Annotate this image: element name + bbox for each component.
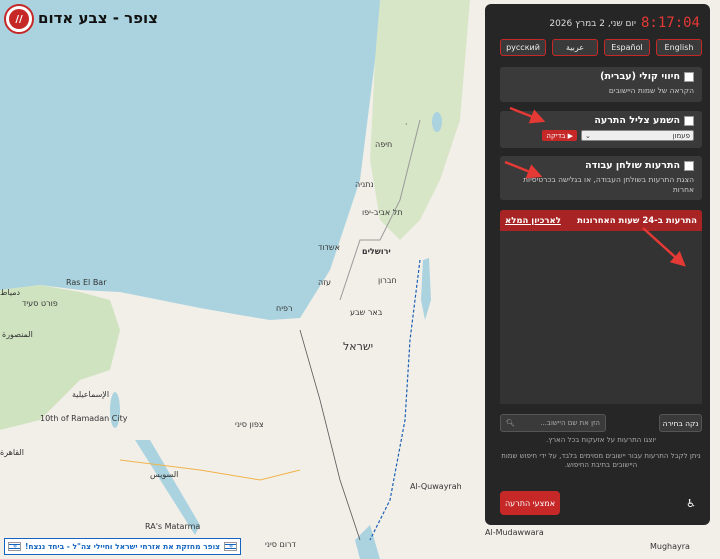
arrow-alerts xyxy=(642,227,686,267)
israel-flag-icon: ✡ xyxy=(224,542,237,551)
support-banner: ✡ צופר מחזקת את אזרחי ישראל וחיילי צה"ל … xyxy=(4,538,241,555)
annotation-arrows xyxy=(504,106,686,267)
arrow-desktop xyxy=(504,160,543,179)
arrow-sound xyxy=(509,106,546,124)
israel-flag-icon: ✡ xyxy=(8,542,21,551)
banner-text: צופר מחזקת את אזרחי ישראל וחיילי צה"ל - … xyxy=(24,542,221,551)
